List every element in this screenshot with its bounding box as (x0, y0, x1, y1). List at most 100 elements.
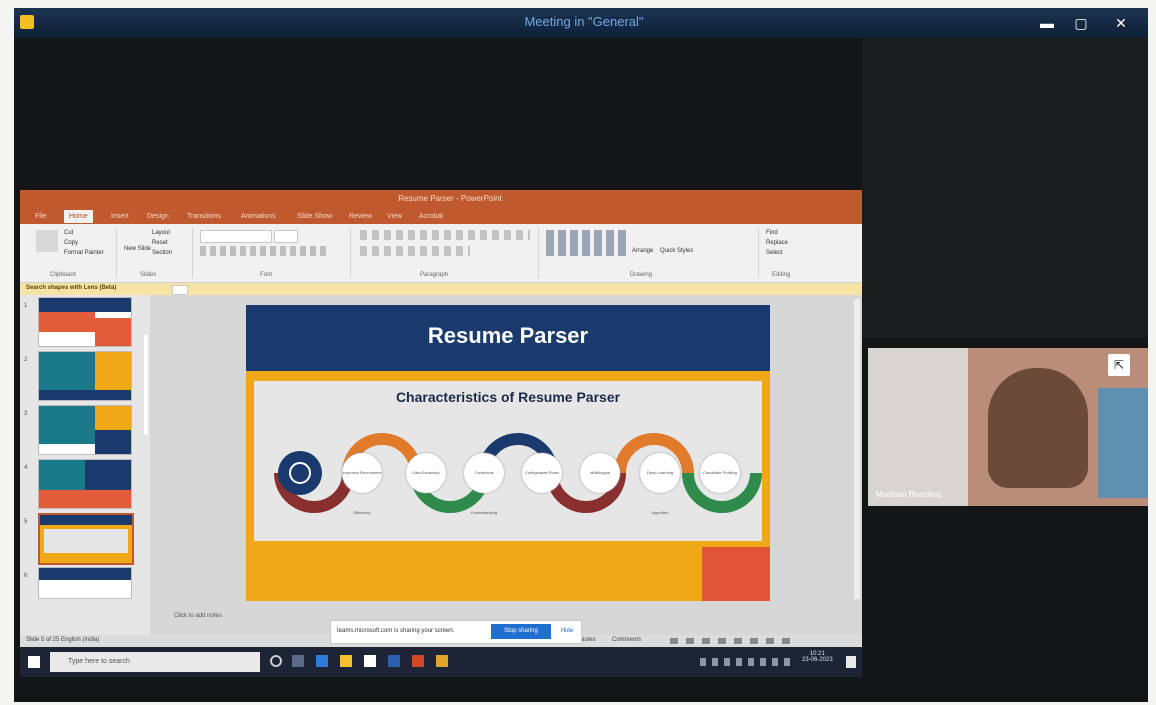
font-size-dropdown[interactable] (274, 230, 298, 243)
ribbon-separator (192, 228, 193, 278)
slide-thumbnail-6[interactable] (38, 567, 132, 599)
paragraph-buttons[interactable] (360, 230, 530, 240)
teams-icon[interactable] (436, 655, 448, 667)
view-buttons[interactable] (670, 638, 790, 644)
tab-transitions[interactable]: Transitions (182, 210, 226, 223)
ribbon-separator (538, 228, 539, 278)
new-slide-button[interactable]: New Slide (124, 246, 151, 252)
windows-taskbar: Type here to search 10:21 23-06-2023 (20, 647, 862, 677)
cut-button[interactable]: Cut (64, 230, 73, 236)
task-view-icon[interactable] (292, 655, 304, 667)
slide-thumbnail-1[interactable] (38, 297, 132, 347)
ppt-ribbon: Cut Copy Format Painter Clipboard New Sl… (20, 224, 862, 283)
participant-video-tile[interactable]: ⇱ Madhavi Bhardwaj (868, 348, 1148, 506)
slide-thumbnail-2[interactable] (38, 351, 132, 401)
arrange-button[interactable]: Arrange (632, 248, 653, 254)
shared-screen: Resume Parser - PowerPoint File Home Ins… (20, 190, 862, 677)
participant-face (988, 368, 1088, 488)
ribbon-separator (758, 228, 759, 278)
shapes-gallery[interactable] (546, 230, 626, 256)
cortana-icon[interactable] (270, 655, 282, 667)
maximize-button[interactable]: ▢ (1066, 12, 1096, 34)
notes-hint[interactable]: Click to add notes (174, 613, 222, 619)
slide-number: 2 (24, 357, 28, 363)
comments-button[interactable]: Comments (612, 637, 641, 643)
copy-button[interactable]: Copy (64, 240, 78, 246)
video-shelf (1098, 388, 1148, 498)
slide-thumbnail-5-selected[interactable] (38, 513, 134, 565)
replace-button[interactable]: Replace (766, 240, 788, 246)
taskbar-search-input[interactable]: Type here to search (50, 652, 260, 672)
select-button[interactable]: Select (766, 250, 783, 256)
slide-content: Characteristics of Resume Parser Improve… (254, 381, 762, 541)
section-button[interactable]: Section (152, 250, 172, 256)
alignment-buttons[interactable] (360, 246, 470, 256)
tab-insert[interactable]: Insert (106, 210, 134, 223)
powerpoint-icon[interactable] (412, 655, 424, 667)
current-slide[interactable]: Resume Parser Characteristics of Resume … (246, 305, 770, 601)
wave-diagram (274, 433, 762, 513)
lens-notice-text: Search shapes with Lens (Beta) (26, 285, 117, 291)
reset-button[interactable]: Reset (152, 240, 168, 246)
clock-date: 23-06-2023 (802, 657, 833, 663)
quick-styles-button[interactable]: Quick Styles (660, 248, 693, 254)
hide-button[interactable]: Hide (557, 624, 577, 639)
slide-status: Slide 5 of 25 English (India) (26, 637, 100, 643)
tab-design[interactable]: Design (142, 210, 174, 223)
tab-home[interactable]: Home (64, 210, 93, 223)
teams-app-icon (20, 15, 34, 29)
tab-review[interactable]: Review (344, 210, 377, 223)
slide-subtitle: Characteristics of Resume Parser (395, 389, 621, 405)
characteristic-item: Candidate Profiling (700, 453, 740, 493)
meeting-title-bar: Meeting in "General" ▬ ▢ ✕ (14, 8, 1148, 38)
font-name-dropdown[interactable] (200, 230, 272, 243)
slide-number: 4 (24, 465, 28, 471)
slide-number: 6 (24, 573, 28, 579)
slide-thumbnail-pane: 1 2 3 4 5 6 (20, 295, 150, 635)
pin-icon[interactable]: ⇱ (1108, 354, 1130, 376)
tab-file[interactable]: File (30, 210, 51, 223)
layout-button[interactable]: Layout (152, 230, 170, 236)
close-button[interactable]: ✕ (1106, 12, 1136, 34)
taskbar-clock[interactable]: 10:21 23-06-2023 (802, 651, 833, 663)
stop-sharing-button[interactable]: Stop sharing (491, 624, 551, 639)
characteristic-item: Configurable Rules (522, 453, 562, 493)
screen-share-bar: teams.microsoft.com is sharing your scre… (330, 620, 582, 644)
slide-footer-accent (702, 547, 770, 601)
find-button[interactable]: Find (766, 230, 778, 236)
lens-notice-bar: Search shapes with Lens (Beta) (20, 283, 862, 295)
slide-editor: Resume Parser Characteristics of Resume … (150, 295, 862, 635)
editing-group-label: Editing (772, 272, 791, 278)
ppt-title: Resume Parser - PowerPoint (398, 194, 502, 203)
tab-slide-show[interactable]: Slide Show (292, 210, 337, 223)
paragraph-group-label: Paragraph (420, 272, 449, 278)
minimize-button[interactable]: ▬ (1032, 12, 1062, 34)
tab-animations[interactable]: Animations (236, 210, 281, 223)
notice-close-button[interactable] (172, 285, 188, 295)
slide-thumbnail-4[interactable] (38, 459, 132, 509)
font-group-label: Font (260, 272, 273, 278)
mail-icon[interactable] (388, 655, 400, 667)
tab-view[interactable]: View (382, 210, 407, 223)
windows-start-icon[interactable] (28, 656, 40, 668)
thumbnail-scrollbar[interactable] (144, 335, 148, 435)
edge-icon[interactable] (316, 655, 328, 667)
tab-acrobat[interactable]: Acrobat (414, 210, 448, 223)
file-explorer-icon[interactable] (340, 655, 352, 667)
characteristic-item: Multilingual (580, 453, 620, 493)
store-icon[interactable] (364, 655, 376, 667)
notification-icon[interactable] (846, 656, 856, 668)
drawing-group-label: Drawing (630, 272, 653, 278)
slides-group-label: Slides (140, 272, 157, 278)
editor-scrollbar[interactable] (854, 299, 860, 599)
smiley-icon (278, 451, 322, 495)
format-painter-button[interactable]: Format Painter (64, 250, 104, 256)
slide-number: 1 (24, 303, 28, 309)
notes-button[interactable]: Notes (580, 637, 596, 643)
characteristic-item: Data Extraction (406, 453, 446, 493)
characteristic-item: Deep Learning Algorithm (640, 453, 680, 515)
font-format-buttons[interactable] (200, 246, 330, 256)
slide-thumbnail-3[interactable] (38, 405, 132, 455)
paste-icon[interactable] (36, 230, 58, 252)
system-tray-icons[interactable] (700, 658, 790, 666)
